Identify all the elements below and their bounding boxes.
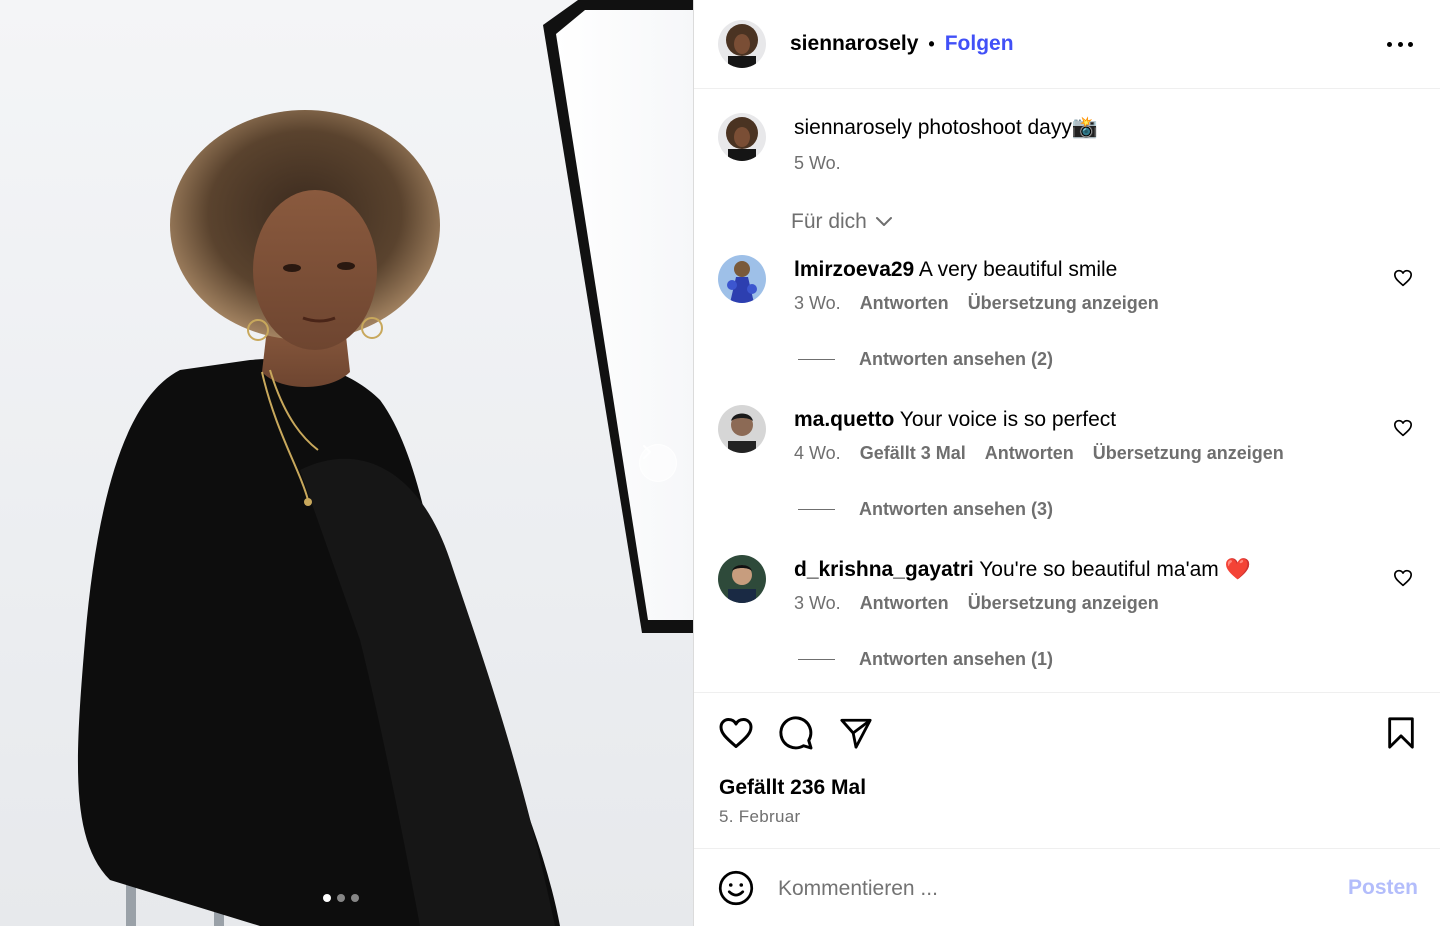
- more-icon-dot: [1397, 41, 1403, 47]
- more-icon: [1387, 41, 1392, 47]
- caption-avatar[interactable]: [718, 113, 766, 161]
- heart-icon: [1394, 269, 1412, 287]
- comment-composer: Posten: [694, 848, 1440, 926]
- post-media: [0, 0, 693, 926]
- comment-body: A very beautiful smile: [914, 258, 1118, 281]
- author-avatar[interactable]: [718, 20, 766, 68]
- comment-item: d_krishna_gayatri You're so beautiful ma…: [718, 555, 1418, 669]
- share-icon: [840, 718, 872, 749]
- comment-like-button[interactable]: [1393, 569, 1413, 592]
- show-translation-button[interactable]: Übersetzung anzeigen: [968, 293, 1159, 314]
- chevron-down-icon: [875, 217, 892, 226]
- caption-time: 5 Wo.: [794, 153, 841, 173]
- comment-input[interactable]: [778, 873, 1318, 905]
- likes-count[interactable]: Gefällt 236 Mal: [719, 776, 866, 800]
- carousel-next-button[interactable]: [639, 444, 677, 482]
- caption-body: photoshoot dayy📸: [911, 116, 1099, 139]
- carousel-dot-3: [351, 894, 359, 902]
- carousel-dot-1: [323, 894, 331, 902]
- comment-time: 3 Wo.: [794, 293, 841, 313]
- reply-button[interactable]: Antworten: [985, 443, 1074, 464]
- view-replies-label: Antworten ansehen (3): [859, 499, 1054, 519]
- chevron-right-icon: [643, 445, 651, 459]
- show-translation-button[interactable]: Übersetzung anzeigen: [1093, 443, 1284, 464]
- replies-line: [798, 359, 835, 360]
- post-actions: Gefällt 236 Mal 5. Februar: [694, 692, 1440, 848]
- bookmark-icon: [1388, 717, 1414, 749]
- view-replies-button[interactable]: Antworten ansehen (3): [798, 499, 1053, 520]
- view-replies-label: Antworten ansehen (2): [859, 349, 1054, 369]
- comment-text: d_krishna_gayatri You're so beautiful ma…: [794, 555, 1418, 585]
- view-replies-button[interactable]: Antworten ansehen (2): [798, 349, 1053, 370]
- show-translation-button[interactable]: Übersetzung anzeigen: [968, 593, 1159, 614]
- comment-username[interactable]: d_krishna_gayatri: [794, 558, 974, 581]
- like-button[interactable]: [718, 715, 754, 751]
- heart-icon: [1394, 419, 1412, 437]
- emoji-icon: [718, 870, 754, 906]
- comment-filter-label: Für dich: [791, 210, 867, 233]
- comment-text: ma.quetto Your voice is so perfect: [794, 405, 1418, 435]
- replies-line: [798, 659, 835, 660]
- comment-item: lmirzoeva29 A very beautiful smile 3 Wo.…: [718, 255, 1418, 369]
- carousel-indicator: [323, 894, 359, 902]
- post-details-panel: siennarosely • Folgen siennarosely photo…: [693, 0, 1440, 926]
- comments-list[interactable]: siennarosely photoshoot dayy📸 5 Wo. Für …: [694, 90, 1440, 692]
- replies-line: [798, 509, 835, 510]
- commenter-avatar[interactable]: [718, 405, 766, 453]
- comment-time: 3 Wo.: [794, 593, 841, 613]
- post-comment-button[interactable]: Posten: [1348, 876, 1418, 900]
- commenter-avatar[interactable]: [718, 555, 766, 603]
- more-icon-dot: [1408, 41, 1413, 47]
- comment-body: Your voice is so perfect: [894, 408, 1117, 431]
- emoji-picker-button[interactable]: [718, 870, 754, 911]
- comment-time: 4 Wo.: [794, 443, 841, 463]
- comment-likes-count[interactable]: Gefällt 3 Mal: [860, 443, 966, 464]
- carousel-dot-2: [337, 894, 345, 902]
- heart-icon: [1394, 569, 1412, 587]
- comment-username[interactable]: lmirzoeva29: [794, 258, 914, 281]
- post-header: siennarosely • Folgen: [694, 0, 1440, 89]
- header-separator: •: [928, 33, 935, 54]
- reply-button[interactable]: Antworten: [860, 293, 949, 314]
- instagram-post-view: siennarosely • Folgen siennarosely photo…: [0, 0, 1440, 926]
- view-replies-button[interactable]: Antworten ansehen (1): [798, 649, 1053, 670]
- share-button[interactable]: [838, 715, 874, 751]
- reply-button[interactable]: Antworten: [860, 593, 949, 614]
- comment-icon: [779, 716, 813, 750]
- comment-body: You're so beautiful ma'am ❤️: [973, 558, 1251, 581]
- post-date: 5. Februar: [719, 807, 801, 826]
- heart-icon: [719, 718, 753, 748]
- caption-username[interactable]: siennarosely: [794, 116, 912, 139]
- comment-username[interactable]: ma.quetto: [794, 408, 894, 431]
- save-button[interactable]: [1383, 715, 1419, 751]
- post-caption: siennarosely photoshoot dayy📸 5 Wo.: [718, 113, 1098, 174]
- caption-text: siennarosely photoshoot dayy📸: [794, 113, 1098, 143]
- comment-like-button[interactable]: [1393, 419, 1413, 442]
- comment-like-button[interactable]: [1393, 269, 1413, 292]
- commenter-avatar[interactable]: [718, 255, 766, 303]
- comment-text: lmirzoeva29 A very beautiful smile: [794, 255, 1418, 285]
- comment-filter-dropdown[interactable]: Für dich: [791, 210, 893, 234]
- view-replies-label: Antworten ansehen (1): [859, 649, 1054, 669]
- post-photo: [77, 0, 693, 926]
- comment-item: ma.quetto Your voice is so perfect 4 Wo.…: [718, 405, 1418, 519]
- comment-button[interactable]: [778, 715, 814, 751]
- more-options-button[interactable]: [1387, 32, 1413, 56]
- follow-button[interactable]: Folgen: [945, 32, 1014, 56]
- author-username[interactable]: siennarosely: [790, 32, 918, 56]
